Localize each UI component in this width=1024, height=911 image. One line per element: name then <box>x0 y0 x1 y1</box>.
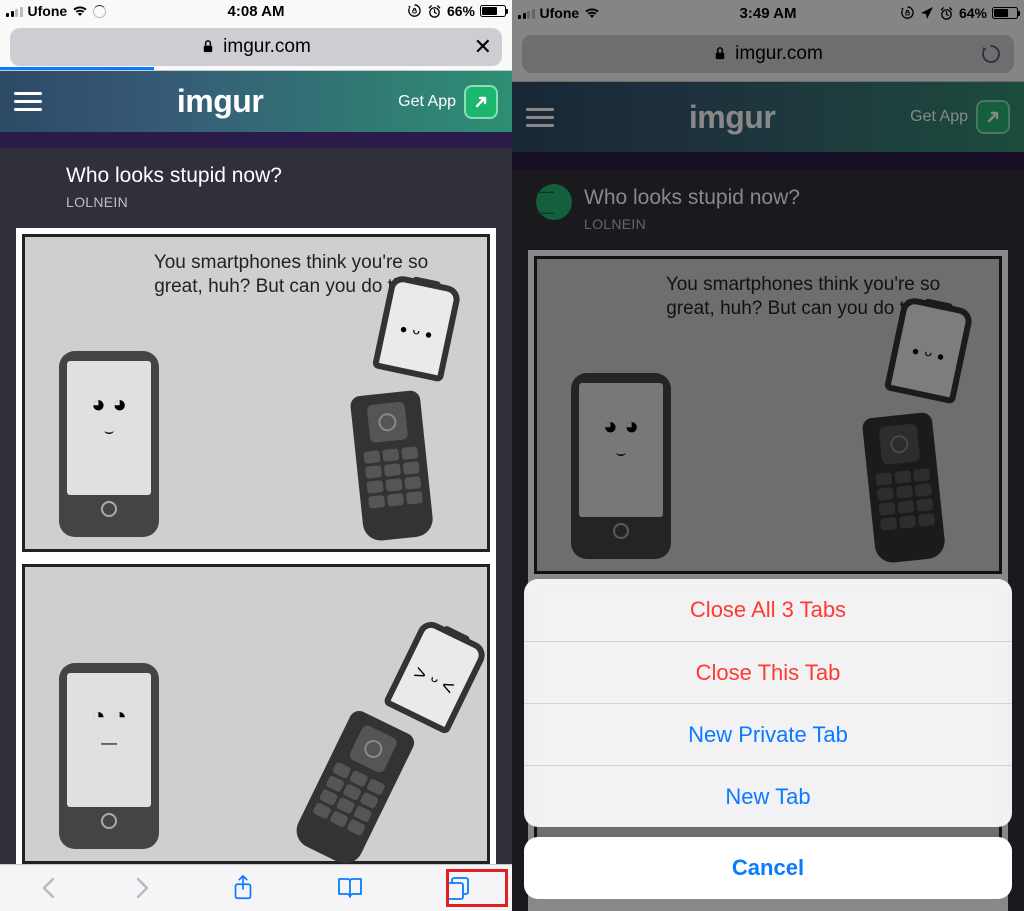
signal-icon <box>518 7 535 19</box>
new-private-tab-button[interactable]: New Private Tab <box>524 703 1012 765</box>
orientation-lock-icon <box>407 4 422 19</box>
get-app-label: Get App <box>398 93 456 111</box>
post-header: — — Who looks stupid now? LOLNEIN <box>528 170 1008 250</box>
alarm-icon <box>939 6 954 21</box>
battery-icon <box>992 7 1018 19</box>
url-field[interactable]: imgur.com ✕ <box>10 28 502 66</box>
lock-icon <box>713 46 727 61</box>
share-icon[interactable] <box>231 874 255 902</box>
address-bar: imgur.com <box>512 26 1024 82</box>
clear-icon[interactable]: ✕ <box>474 34 492 60</box>
address-bar: imgur.com ✕ <box>0 23 512 72</box>
back-icon[interactable] <box>40 876 56 900</box>
wifi-icon <box>584 7 600 19</box>
get-app-label: Get App <box>910 108 968 126</box>
comic-smartphone: ◔ ◔― <box>59 663 159 849</box>
imgur-header: imgur Get App <box>512 82 1024 152</box>
phone-left: Ufone 4:08 AM 66% imgur.com ✕ imgur <box>0 0 512 911</box>
carrier-label: Ufone <box>28 3 68 19</box>
comic-panel-1: You smartphones think you're so great, h… <box>534 256 1002 574</box>
comic-smartphone: ◕ ◕⌣ <box>59 351 159 537</box>
orientation-lock-icon <box>900 6 915 21</box>
post-author[interactable]: LOLNEIN <box>66 194 446 210</box>
lock-icon <box>201 39 215 54</box>
comic-flipphone: > ᵕ < <box>277 606 496 864</box>
reload-icon[interactable] <box>980 43 1002 65</box>
imgur-header: imgur Get App <box>0 71 512 132</box>
comic-flipphone: • ᵕ • <box>347 279 443 539</box>
url-field[interactable]: imgur.com <box>522 35 1014 73</box>
post-title: Who looks stupid now? <box>66 164 446 188</box>
action-sheet: Close All 3 Tabs Close This Tab New Priv… <box>524 579 1012 899</box>
author-avatar[interactable]: — — <box>536 184 572 220</box>
close-this-tab-button[interactable]: Close This Tab <box>524 641 1012 703</box>
comic-flipphone: • ᵕ • <box>859 301 955 561</box>
loading-icon <box>93 5 106 18</box>
comic-panel-2: ◔ ◔― > ᵕ < <box>22 564 490 864</box>
bookmarks-icon[interactable] <box>335 875 365 901</box>
app-icon <box>464 85 498 119</box>
close-all-tabs-button[interactable]: Close All 3 Tabs <box>524 579 1012 641</box>
action-sheet-group: Close All 3 Tabs Close This Tab New Priv… <box>524 579 1012 827</box>
cancel-button[interactable]: Cancel <box>524 837 1012 899</box>
comic-smartphone: ◕ ◕⌣ <box>571 373 671 559</box>
battery-pct: 64% <box>959 5 987 21</box>
status-bar: Ufone 4:08 AM 66% <box>0 0 512 23</box>
alarm-icon <box>427 4 442 19</box>
signal-icon <box>6 5 23 17</box>
carrier-label: Ufone <box>540 5 580 21</box>
location-icon <box>920 6 934 20</box>
new-tab-button[interactable]: New Tab <box>524 765 1012 827</box>
menu-icon[interactable] <box>14 92 42 111</box>
battery-pct: 66% <box>447 3 475 19</box>
status-bar: Ufone 3:49 AM 64% <box>512 0 1024 26</box>
post-author[interactable]: LOLNEIN <box>584 216 958 232</box>
imgur-logo[interactable]: imgur <box>689 99 775 136</box>
comic-panel-1: You smartphones think you're so great, h… <box>22 234 490 552</box>
imgur-logo[interactable]: imgur <box>177 83 263 120</box>
battery-icon <box>480 5 506 17</box>
comic-image[interactable]: You smartphones think you're so great, h… <box>16 228 496 864</box>
annotation-highlight <box>446 869 508 907</box>
wifi-icon <box>72 5 88 17</box>
phone-right: Ufone 3:49 AM 64% imgur.com imgur <box>512 0 1024 911</box>
get-app-button[interactable]: Get App <box>398 85 498 119</box>
forward-icon[interactable] <box>135 876 151 900</box>
safari-toolbar <box>0 864 512 911</box>
app-icon <box>976 100 1010 134</box>
url-domain: imgur.com <box>223 36 311 58</box>
menu-icon[interactable] <box>526 108 554 127</box>
post-title: Who looks stupid now? <box>584 186 958 210</box>
post-area: Who looks stupid now? LOLNEIN You smartp… <box>0 148 512 864</box>
post-header: Who looks stupid now? LOLNEIN <box>16 148 496 228</box>
get-app-button[interactable]: Get App <box>910 100 1010 134</box>
bg-strip <box>512 152 1024 170</box>
bg-strip <box>0 132 512 148</box>
url-domain: imgur.com <box>735 43 823 65</box>
page-load-progress <box>0 67 154 70</box>
